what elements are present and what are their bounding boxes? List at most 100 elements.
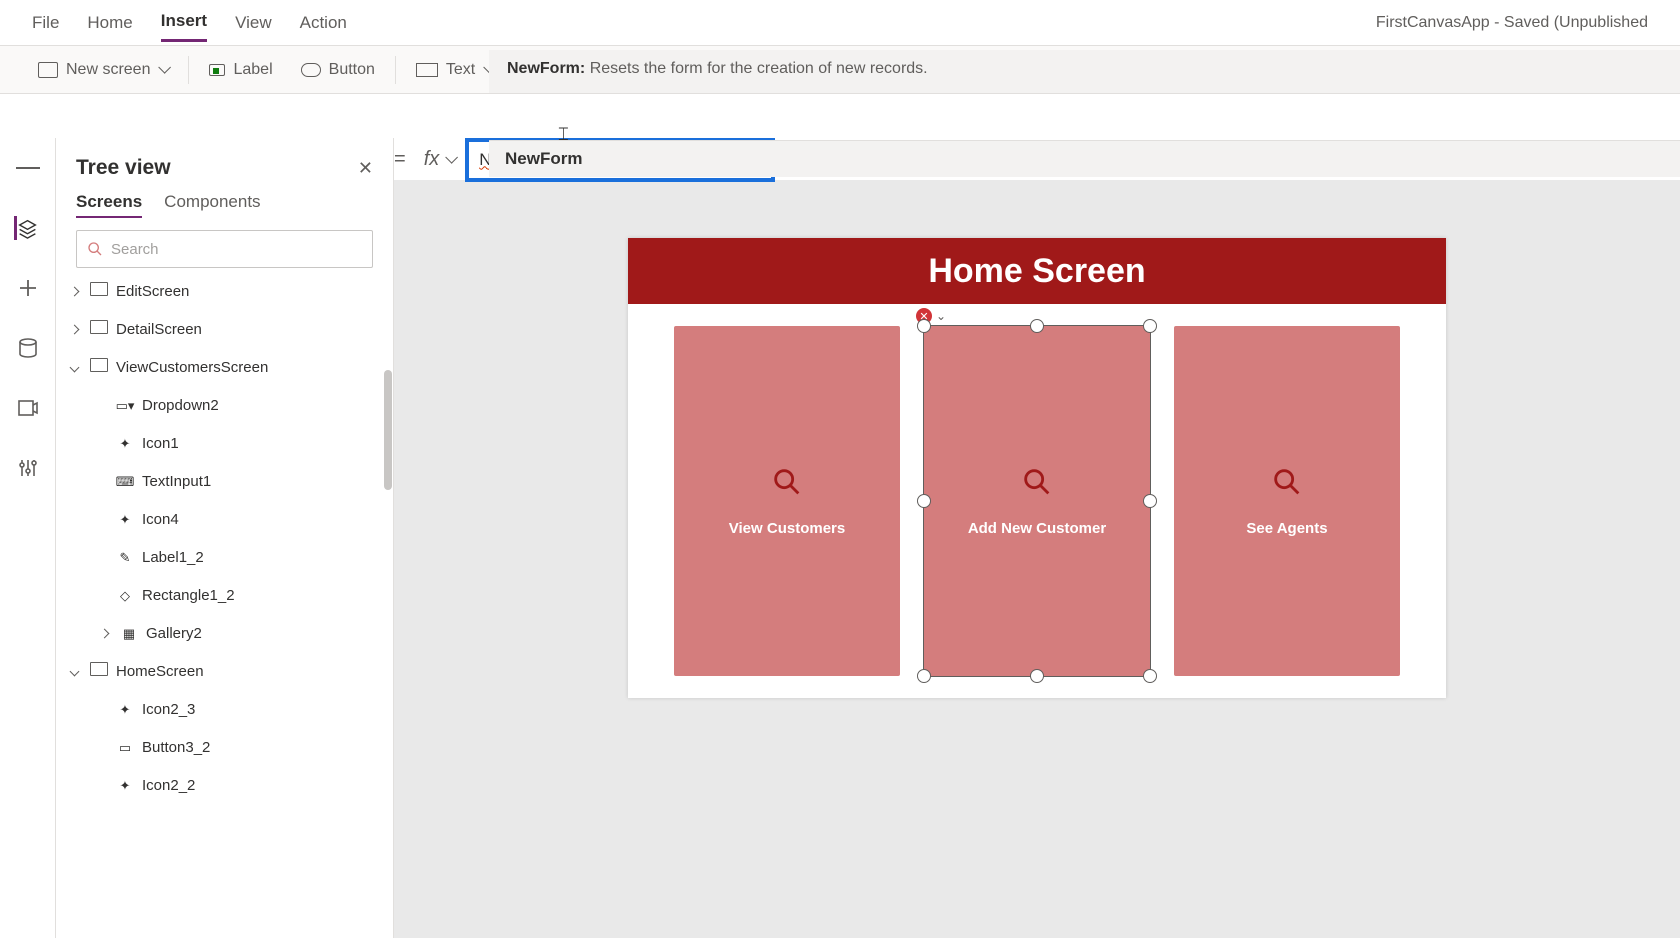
text-icon: [416, 63, 438, 77]
search-icon: [1270, 465, 1304, 504]
tree-item-label: Button3_2: [142, 739, 210, 756]
menu-action[interactable]: Action: [300, 5, 347, 41]
new-screen-button[interactable]: New screen: [24, 46, 182, 93]
chevron-down-icon[interactable]: [66, 359, 82, 375]
canvas-area[interactable]: Home Screen View CustomersAdd New Custom…: [394, 180, 1680, 938]
resize-handle[interactable]: [1143, 319, 1157, 333]
tree-item-label: Dropdown2: [142, 397, 219, 414]
data-rail-button[interactable]: [16, 336, 40, 360]
search-icon: [87, 241, 103, 257]
tree-view-title: Tree view: [76, 156, 171, 180]
formula-help-desc: Resets the form for the creation of new …: [590, 60, 928, 77]
tree-item-label: Icon1: [142, 435, 179, 452]
fx-label[interactable]: fx: [424, 148, 456, 171]
tab-screens[interactable]: Screens: [76, 192, 142, 218]
formula-help: NewForm: Resets the form for the creatio…: [489, 50, 1680, 94]
separator: [395, 56, 396, 84]
tree-item[interactable]: ✦Icon4: [56, 500, 393, 538]
tree-view-rail-button[interactable]: [14, 216, 38, 240]
tree-item-icon: ▦: [120, 625, 138, 642]
tree-item-label: HomeScreen: [116, 663, 204, 680]
canvas-body: View CustomersAdd New Customer✕⌄ See Agen…: [628, 304, 1446, 698]
tree-item-label: Label1_2: [142, 549, 204, 566]
tree-item[interactable]: DetailScreen: [56, 310, 393, 348]
tree-item-label: Icon4: [142, 511, 179, 528]
chevron-down-icon[interactable]: [66, 663, 82, 679]
tree-item[interactable]: HomeScreen: [56, 652, 393, 690]
hamburger-icon[interactable]: [16, 156, 40, 180]
chevron-right-icon[interactable]: [66, 283, 82, 299]
menu-insert[interactable]: Insert: [161, 3, 207, 42]
canvas-tile[interactable]: See Agents: [1174, 326, 1400, 676]
equals-sign: =: [394, 148, 406, 171]
new-screen-label: New screen: [66, 61, 150, 79]
tree-item-icon: [90, 320, 108, 338]
chevron-down-icon: [445, 155, 455, 165]
database-icon: [16, 336, 40, 360]
close-icon[interactable]: ✕: [358, 158, 373, 179]
separator: [188, 56, 189, 84]
tab-components[interactable]: Components: [164, 192, 260, 218]
tree-item[interactable]: ▭▾Dropdown2: [56, 386, 393, 424]
canvas-tile[interactable]: Add New Customer✕⌄: [924, 326, 1150, 676]
tree-item[interactable]: ▦Gallery2: [56, 614, 393, 652]
advanced-rail-button[interactable]: [16, 456, 40, 480]
tree-item[interactable]: ✦ Icon1: [56, 424, 393, 462]
sliders-icon: [16, 456, 40, 480]
search-input[interactable]: Search: [76, 230, 373, 268]
menu-file[interactable]: File: [32, 5, 59, 41]
resize-handle[interactable]: [1143, 669, 1157, 683]
tree-item[interactable]: ⌨ TextInput1: [56, 462, 393, 500]
button-button[interactable]: Button: [287, 46, 389, 93]
menu-view[interactable]: View: [235, 5, 272, 41]
resize-handle[interactable]: [1143, 494, 1157, 508]
tree-item-icon: [90, 282, 108, 300]
intellisense-popup[interactable]: NewForm: [489, 140, 1680, 177]
button-text: Button: [329, 61, 375, 79]
tree-item[interactable]: ✦Icon2_3: [56, 690, 393, 728]
tree-item-icon: ▭: [116, 739, 134, 756]
chevron-right-icon[interactable]: [96, 625, 112, 641]
canvas-header[interactable]: Home Screen: [628, 238, 1446, 304]
tree-list[interactable]: EditScreen DetailScreen ViewCustomersScree…: [56, 280, 393, 912]
media-icon: [16, 396, 40, 420]
menu-home[interactable]: Home: [87, 5, 132, 41]
resize-handle[interactable]: [1030, 319, 1044, 333]
tree-item[interactable]: ◇Rectangle1_2: [56, 576, 393, 614]
tree-item-icon: ✎: [116, 549, 134, 566]
chevron-down-icon[interactable]: ⌄: [936, 309, 946, 323]
resize-handle[interactable]: [917, 319, 931, 333]
resize-handle[interactable]: [917, 494, 931, 508]
label-button[interactable]: Label: [195, 46, 286, 93]
tree-item[interactable]: ▭ Button3_2: [56, 728, 393, 766]
chevron-right-icon[interactable]: [66, 321, 82, 337]
plus-icon: [16, 276, 40, 300]
canvas-tile[interactable]: View Customers: [674, 326, 900, 676]
tree-item-icon: ⌨: [116, 473, 134, 490]
tree-item-label: TextInput1: [142, 473, 211, 490]
screen-icon: [38, 62, 58, 78]
tree-item[interactable]: EditScreen: [56, 280, 393, 310]
tree-item-label: Rectangle1_2: [142, 587, 235, 604]
layers-icon: [17, 218, 38, 239]
resize-handle[interactable]: [917, 669, 931, 683]
insert-rail-button[interactable]: [16, 276, 40, 300]
device-frame[interactable]: Home Screen View CustomersAdd New Custom…: [628, 238, 1446, 698]
tree-item-icon: ✦: [116, 435, 134, 452]
tree-item-icon: ✦: [116, 701, 134, 718]
chevron-down-icon: [158, 65, 168, 75]
search-icon: [1020, 465, 1054, 504]
resize-handle[interactable]: [1030, 669, 1044, 683]
fx-text: fx: [424, 148, 440, 171]
media-rail-button[interactable]: [16, 396, 40, 420]
tree-item-icon: [90, 358, 108, 376]
tree-item[interactable]: ✎ Label1_2: [56, 538, 393, 576]
text-menu-label: Text: [446, 61, 475, 79]
app-title: FirstCanvasApp - Saved (Unpublished: [1376, 14, 1648, 32]
tree-item[interactable]: ViewCustomersScreen: [56, 348, 393, 386]
tile-label: See Agents: [1246, 520, 1327, 537]
label-text: Label: [233, 61, 272, 79]
scrollbar-thumb[interactable]: [384, 370, 392, 490]
tree-item[interactable]: ✦Icon2_2: [56, 766, 393, 804]
tree-item-label: DetailScreen: [116, 321, 202, 338]
